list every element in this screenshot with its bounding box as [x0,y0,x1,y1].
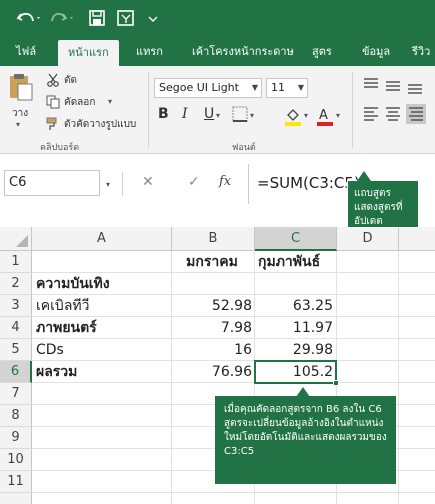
borders-icon[interactable] [232,106,248,126]
format-painter-icon[interactable] [46,116,60,135]
cell-a3[interactable]: เคเบิลทีวี [36,295,90,317]
paste-dropdown-icon[interactable]: ▾ [16,120,20,129]
formula-bar-divider [248,164,249,204]
cell-b3[interactable]: 52.98 [172,295,252,317]
underline-button[interactable]: U [204,106,214,122]
ribbon-tabs: ไฟล์ หน้าแรก แทรก เค้าโครงหน้ากระดาษ สูต… [0,38,435,66]
paste-icon[interactable] [8,72,34,106]
customize-toolbar-icon[interactable] [148,8,158,28]
cell-b5[interactable]: 16 [172,339,252,361]
bold-button[interactable]: B [158,106,169,122]
tab-formulas[interactable]: สูตร [312,38,332,66]
borders-dropdown-icon[interactable]: ▾ [250,111,254,120]
cell-a2[interactable]: ความบันเทิง [36,273,110,295]
cell-a5[interactable]: CDs [36,339,64,361]
chevron-down-icon: ▼ [297,83,304,92]
cell-b6[interactable]: 76.96 [172,361,252,383]
enter-icon[interactable]: ✓ [188,174,200,190]
row-header-5[interactable]: 5 [0,339,32,361]
font-size-value: 11 [271,81,285,94]
row-header-10[interactable]: 10 [0,449,32,471]
cell-c1[interactable]: กุมภาพันธ์ [258,251,336,273]
copy-icon[interactable] [46,94,60,113]
copy-formula-callout: เมื่อคุณคัดลอกสูตรจาก B6 ลงใน C6 สูตรจะเ… [215,396,396,484]
name-box[interactable]: C6 [4,170,100,196]
cell-a6[interactable]: ผลรวม [36,361,77,383]
column-header-e[interactable] [399,227,435,251]
row-header-11[interactable]: 11 [0,471,32,493]
gridline [398,251,399,504]
tab-page-layout[interactable]: เค้าโครงหน้ากระดาษ [192,38,294,66]
cancel-icon[interactable]: ✕ [142,174,154,190]
undo-icon[interactable] [16,8,42,28]
row-header-12[interactable] [0,493,32,504]
formula-bar-callout-text: แถบสูตรแสดงสูตรที่อัปเดต [354,188,403,227]
callout-pointer [357,171,371,181]
active-cell-selection [254,360,337,384]
font-color-icon[interactable]: A [316,106,334,130]
font-name-value: Segoe UI Light [159,81,239,94]
ribbon: วาง ▾ ตัด คัดลอก ▾ ตัวคัดวางรูปแบบ คลิปบ… [0,66,435,154]
tab-review[interactable]: รีวิว [412,38,430,66]
column-header-b[interactable]: B [172,227,255,251]
row-header-2[interactable]: 2 [0,273,32,295]
copy-formula-callout-text: เมื่อคุณคัดลอกสูตรจาก B6 ลงใน C6 สูตรจะเ… [224,404,387,457]
row-header-7[interactable]: 7 [0,383,32,405]
row-header-3[interactable]: 3 [0,295,32,317]
row-header-4[interactable]: 4 [0,317,32,339]
cell-b4[interactable]: 7.98 [172,317,252,339]
gridline [32,492,435,493]
ribbon-separator [148,72,149,148]
row-header-8[interactable]: 8 [0,405,32,427]
copy-dropdown-icon[interactable]: ▾ [108,97,112,106]
tab-home[interactable]: หน้าแรก [58,40,119,66]
redo-icon[interactable] [50,8,76,28]
paste-button[interactable]: วาง [12,106,28,121]
cell-b1[interactable]: มกราคม [172,251,252,273]
save-icon[interactable] [88,8,106,28]
fill-handle[interactable] [333,380,339,386]
row-header-6[interactable]: 6 [0,361,32,383]
align-top-icon[interactable] [362,76,428,140]
callout-pointer [296,387,310,397]
svg-text:A: A [319,108,328,123]
cell-c3[interactable]: 63.25 [255,295,333,317]
tab-data[interactable]: ข้อมูล [362,38,390,66]
column-header-d[interactable]: D [337,227,399,251]
fill-color-icon[interactable] [284,106,302,130]
font-color-dropdown-icon[interactable]: ▾ [336,111,340,120]
font-group-label: ฟอนต์ [232,143,256,153]
formula-input[interactable]: =SUM(C3:C5) [257,170,360,204]
chevron-down-icon: ▼ [251,83,258,92]
column-header-c[interactable]: C [255,227,337,251]
font-size-dropdown[interactable]: 11 ▼ [266,78,308,98]
cell-c4[interactable]: 11.97 [255,317,333,339]
select-all-corner[interactable] [0,227,32,251]
tab-insert[interactable]: แทรก [136,38,163,66]
tab-file[interactable]: ไฟล์ [16,38,36,66]
ribbon-separator [352,72,353,148]
font-name-dropdown[interactable]: Segoe UI Light ▼ [154,78,262,98]
cell-c5[interactable]: 29.98 [255,339,333,361]
underline-dropdown-icon[interactable]: ▾ [216,111,220,120]
row-header-1[interactable]: 1 [0,251,32,273]
format-painter-button[interactable]: ตัวคัดวางรูปแบบ [64,117,136,132]
cut-button[interactable]: ตัด [64,73,77,88]
title-bar [0,0,435,38]
column-header-a[interactable]: A [32,227,172,251]
italic-button[interactable]: I [182,106,188,122]
clipboard-group-label: คลิปบอร์ด [40,143,80,153]
copy-button[interactable]: คัดลอก [64,95,95,110]
insert-function-icon[interactable]: fx [219,174,231,189]
cell-a4[interactable]: ภาพยนตร์ [36,317,97,339]
formula-bar-divider [122,172,123,196]
quick-access-touch-icon[interactable] [116,8,136,28]
name-box-dropdown-icon[interactable]: ▾ [106,180,110,189]
formula-bar-callout: แถบสูตรแสดงสูตรที่อัปเดต [347,180,419,228]
scissors-icon[interactable] [46,72,60,91]
fill-color-dropdown-icon[interactable]: ▾ [304,111,308,120]
row-header-9[interactable]: 9 [0,427,32,449]
